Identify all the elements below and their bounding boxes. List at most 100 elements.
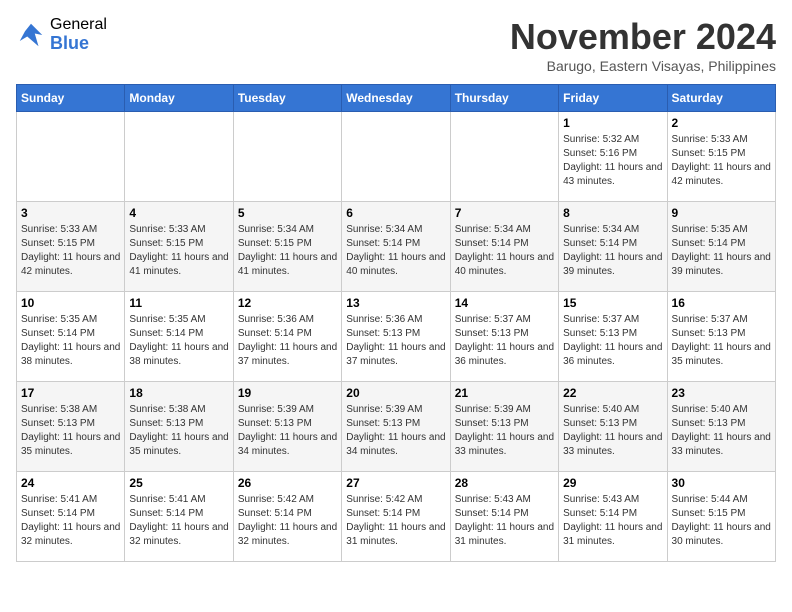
day-info: Sunrise: 5:36 AM Sunset: 5:14 PM Dayligh…: [238, 313, 337, 369]
day-number: 30: [672, 476, 771, 490]
day-info: Sunrise: 5:39 AM Sunset: 5:13 PM Dayligh…: [238, 403, 337, 459]
logo-icon: [16, 20, 46, 50]
calendar-cell: 26 Sunrise: 5:42 AM Sunset: 5:14 PM Dayli…: [233, 472, 341, 562]
weekday-header: Friday: [559, 85, 667, 112]
day-number: 20: [346, 386, 445, 400]
day-info: Sunrise: 5:41 AM Sunset: 5:14 PM Dayligh…: [129, 493, 228, 549]
day-number: 9: [672, 206, 771, 220]
weekday-header: Monday: [125, 85, 233, 112]
day-info: Sunrise: 5:42 AM Sunset: 5:14 PM Dayligh…: [238, 493, 337, 549]
day-info: Sunrise: 5:34 AM Sunset: 5:14 PM Dayligh…: [455, 223, 554, 279]
day-number: 4: [129, 206, 228, 220]
day-info: Sunrise: 5:42 AM Sunset: 5:14 PM Dayligh…: [346, 493, 445, 549]
day-info: Sunrise: 5:34 AM Sunset: 5:15 PM Dayligh…: [238, 223, 337, 279]
day-number: 19: [238, 386, 337, 400]
calendar-cell: [450, 112, 558, 202]
day-info: Sunrise: 5:36 AM Sunset: 5:13 PM Dayligh…: [346, 313, 445, 369]
day-info: Sunrise: 5:32 AM Sunset: 5:16 PM Dayligh…: [563, 133, 662, 189]
calendar-cell: 2 Sunrise: 5:33 AM Sunset: 5:15 PM Daylig…: [667, 112, 775, 202]
calendar-cell: [17, 112, 125, 202]
calendar-cell: 16 Sunrise: 5:37 AM Sunset: 5:13 PM Dayli…: [667, 292, 775, 382]
calendar-cell: 11 Sunrise: 5:35 AM Sunset: 5:14 PM Dayli…: [125, 292, 233, 382]
day-info: Sunrise: 5:33 AM Sunset: 5:15 PM Dayligh…: [129, 223, 228, 279]
day-info: Sunrise: 5:35 AM Sunset: 5:14 PM Dayligh…: [672, 223, 771, 279]
logo-text: General Blue: [50, 16, 107, 53]
day-number: 22: [563, 386, 662, 400]
day-number: 16: [672, 296, 771, 310]
day-number: 17: [21, 386, 120, 400]
calendar-cell: 15Sunrise: 5:37 AM Sunset: 5:13 PM Dayli…: [559, 292, 667, 382]
page-header: General Blue November 2024 Barugo, Easte…: [16, 16, 776, 74]
calendar-cell: 7 Sunrise: 5:34 AM Sunset: 5:14 PM Daylig…: [450, 202, 558, 292]
calendar-cell: [342, 112, 450, 202]
day-number: 12: [238, 296, 337, 310]
day-number: 27: [346, 476, 445, 490]
logo: General Blue: [16, 16, 107, 53]
day-info: Sunrise: 5:43 AM Sunset: 5:14 PM Dayligh…: [455, 493, 554, 549]
calendar-cell: 13 Sunrise: 5:36 AM Sunset: 5:13 PM Dayli…: [342, 292, 450, 382]
weekday-header: Thursday: [450, 85, 558, 112]
calendar-cell: 10Sunrise: 5:35 AM Sunset: 5:14 PM Dayli…: [17, 292, 125, 382]
calendar-cell: 1 Sunrise: 5:32 AM Sunset: 5:16 PM Daylig…: [559, 112, 667, 202]
day-info: Sunrise: 5:39 AM Sunset: 5:13 PM Dayligh…: [346, 403, 445, 459]
calendar-cell: 22 Sunrise: 5:40 AM Sunset: 5:13 PM Dayli…: [559, 382, 667, 472]
day-info: Sunrise: 5:39 AM Sunset: 5:13 PM Dayligh…: [455, 403, 554, 459]
calendar-cell: 28 Sunrise: 5:43 AM Sunset: 5:14 PM Dayli…: [450, 472, 558, 562]
calendar-cell: [125, 112, 233, 202]
day-info: Sunrise: 5:35 AM Sunset: 5:14 PM Dayligh…: [129, 313, 228, 369]
day-number: 1: [563, 116, 662, 130]
calendar-cell: 23Sunrise: 5:40 AM Sunset: 5:13 PM Dayli…: [667, 382, 775, 472]
day-number: 21: [455, 386, 554, 400]
calendar-week-row: 10Sunrise: 5:35 AM Sunset: 5:14 PM Dayli…: [17, 292, 776, 382]
day-info: Sunrise: 5:37 AM Sunset: 5:13 PM Dayligh…: [672, 313, 771, 369]
month-title: November 2024: [510, 16, 776, 58]
day-number: 5: [238, 206, 337, 220]
calendar-week-row: 1 Sunrise: 5:32 AM Sunset: 5:16 PM Daylig…: [17, 112, 776, 202]
day-info: Sunrise: 5:37 AM Sunset: 5:13 PM Dayligh…: [563, 313, 662, 369]
calendar-week-row: 24 Sunrise: 5:41 AM Sunset: 5:14 PM Dayli…: [17, 472, 776, 562]
day-number: 26: [238, 476, 337, 490]
calendar-cell: 30 Sunrise: 5:44 AM Sunset: 5:15 PM Dayli…: [667, 472, 775, 562]
day-info: Sunrise: 5:33 AM Sunset: 5:15 PM Dayligh…: [21, 223, 120, 279]
day-number: 25: [129, 476, 228, 490]
day-number: 18: [129, 386, 228, 400]
calendar-cell: 19 Sunrise: 5:39 AM Sunset: 5:13 PM Dayli…: [233, 382, 341, 472]
day-number: 24: [21, 476, 120, 490]
calendar-cell: 17 Sunrise: 5:38 AM Sunset: 5:13 PM Dayli…: [17, 382, 125, 472]
calendar-cell: 20 Sunrise: 5:39 AM Sunset: 5:13 PM Dayli…: [342, 382, 450, 472]
day-info: Sunrise: 5:34 AM Sunset: 5:14 PM Dayligh…: [563, 223, 662, 279]
day-info: Sunrise: 5:33 AM Sunset: 5:15 PM Dayligh…: [672, 133, 771, 189]
day-info: Sunrise: 5:40 AM Sunset: 5:13 PM Dayligh…: [563, 403, 662, 459]
calendar-cell: 27 Sunrise: 5:42 AM Sunset: 5:14 PM Dayli…: [342, 472, 450, 562]
calendar-cell: 3Sunrise: 5:33 AM Sunset: 5:15 PM Daylig…: [17, 202, 125, 292]
weekday-header: Saturday: [667, 85, 775, 112]
calendar-cell: 8Sunrise: 5:34 AM Sunset: 5:14 PM Daylig…: [559, 202, 667, 292]
day-number: 7: [455, 206, 554, 220]
day-number: 28: [455, 476, 554, 490]
day-info: Sunrise: 5:38 AM Sunset: 5:13 PM Dayligh…: [21, 403, 120, 459]
day-info: Sunrise: 5:35 AM Sunset: 5:14 PM Dayligh…: [21, 313, 120, 369]
calendar-cell: 9 Sunrise: 5:35 AM Sunset: 5:14 PM Daylig…: [667, 202, 775, 292]
day-info: Sunrise: 5:40 AM Sunset: 5:13 PM Dayligh…: [672, 403, 771, 459]
calendar-week-row: 17 Sunrise: 5:38 AM Sunset: 5:13 PM Dayli…: [17, 382, 776, 472]
day-number: 6: [346, 206, 445, 220]
day-info: Sunrise: 5:37 AM Sunset: 5:13 PM Dayligh…: [455, 313, 554, 369]
day-info: Sunrise: 5:38 AM Sunset: 5:13 PM Dayligh…: [129, 403, 228, 459]
day-number: 2: [672, 116, 771, 130]
day-number: 13: [346, 296, 445, 310]
weekday-header: Sunday: [17, 85, 125, 112]
calendar-cell: 21 Sunrise: 5:39 AM Sunset: 5:13 PM Dayli…: [450, 382, 558, 472]
day-info: Sunrise: 5:44 AM Sunset: 5:15 PM Dayligh…: [672, 493, 771, 549]
calendar-cell: [233, 112, 341, 202]
day-info: Sunrise: 5:34 AM Sunset: 5:14 PM Dayligh…: [346, 223, 445, 279]
calendar-cell: 5 Sunrise: 5:34 AM Sunset: 5:15 PM Daylig…: [233, 202, 341, 292]
calendar-table: SundayMondayTuesdayWednesdayThursdayFrid…: [16, 84, 776, 562]
calendar-cell: 6 Sunrise: 5:34 AM Sunset: 5:14 PM Daylig…: [342, 202, 450, 292]
calendar-cell: 29Sunrise: 5:43 AM Sunset: 5:14 PM Dayli…: [559, 472, 667, 562]
calendar-header-row: SundayMondayTuesdayWednesdayThursdayFrid…: [17, 85, 776, 112]
calendar-cell: 18 Sunrise: 5:38 AM Sunset: 5:13 PM Dayli…: [125, 382, 233, 472]
calendar-cell: 24Sunrise: 5:41 AM Sunset: 5:14 PM Dayli…: [17, 472, 125, 562]
logo-general: General: [50, 16, 107, 34]
weekday-header: Wednesday: [342, 85, 450, 112]
day-number: 11: [129, 296, 228, 310]
